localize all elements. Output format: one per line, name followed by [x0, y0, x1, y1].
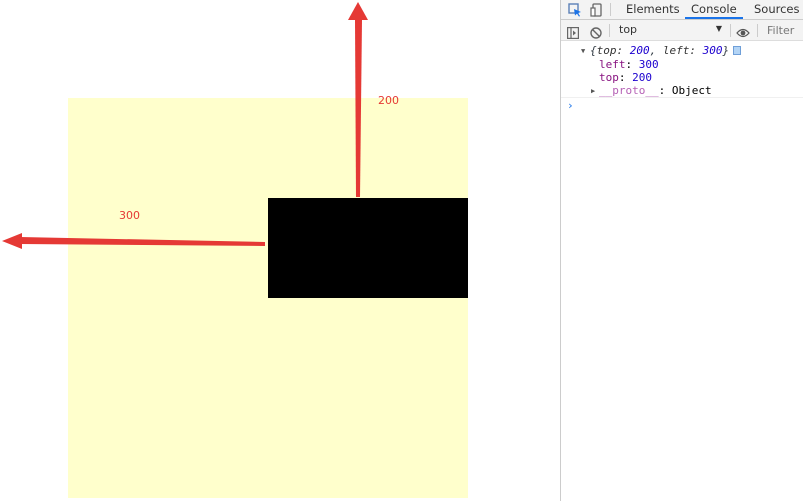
- toolbar-divider: [757, 24, 758, 37]
- top-arrow-head: [348, 2, 368, 20]
- console-prompt[interactable]: ›: [561, 98, 803, 114]
- tab-sources[interactable]: Sources: [748, 0, 803, 19]
- tab-elements[interactable]: Elements: [620, 0, 686, 19]
- summary-left-key: left:: [662, 44, 703, 57]
- filter-input[interactable]: [763, 22, 803, 38]
- tab-console[interactable]: Console: [685, 0, 743, 19]
- summary-top-value: 200: [629, 44, 650, 57]
- context-selector[interactable]: top ▼: [614, 21, 724, 39]
- summary-open-brace: {: [590, 44, 597, 57]
- devtools-tabbar: Elements Console Sources: [561, 0, 803, 20]
- annotation-arrows: [2, 2, 368, 249]
- left-arrow-head: [2, 233, 22, 249]
- property-value: 200: [632, 71, 652, 84]
- left-arrow-shaft: [20, 237, 265, 246]
- summary-close-brace: }: [722, 44, 730, 57]
- tabbar-divider: [610, 3, 611, 16]
- property-colon: :: [625, 58, 639, 71]
- summary-left-value: 300: [702, 44, 723, 57]
- page-viewport: 200 300: [0, 0, 560, 501]
- info-icon[interactable]: [733, 46, 741, 55]
- property-value: 300: [638, 58, 659, 71]
- summary-separator: ,: [649, 44, 663, 57]
- summary-top-key: top:: [596, 44, 630, 57]
- inspect-icon[interactable]: [565, 0, 585, 19]
- object-property: left: 300: [599, 58, 659, 71]
- sidebar-toggle-icon[interactable]: [567, 24, 580, 40]
- collapse-triangle-icon[interactable]: ▶: [591, 87, 595, 95]
- console-output: ▼ {top: 200, left: 300} left: 300 top: 2…: [561, 42, 803, 501]
- proto-value: Object: [671, 84, 712, 97]
- devtools-panel: Elements Console Sources top ▼ Filter ▼ …: [560, 0, 803, 501]
- toolbar-divider: [609, 24, 610, 37]
- console-toolbar: top ▼: [561, 20, 803, 41]
- proto-property[interactable]: __proto__: Object: [599, 84, 712, 97]
- expand-triangle-icon[interactable]: ▼: [581, 47, 585, 55]
- eye-icon[interactable]: [736, 24, 750, 38]
- clear-console-icon[interactable]: [590, 24, 602, 39]
- device-toggle-icon[interactable]: [587, 0, 607, 19]
- console-log-entry: ▼ {top: 200, left: 300} left: 300 top: 2…: [561, 42, 803, 98]
- object-property: top: 200: [599, 71, 652, 84]
- top-arrow-shaft: [355, 20, 362, 197]
- proto-colon: :: [658, 84, 672, 97]
- left-offset-label: 300: [119, 209, 140, 222]
- toolbar-divider: [730, 24, 731, 37]
- proto-name: __proto__: [599, 84, 659, 97]
- context-label: top: [619, 23, 638, 36]
- property-name: left: [599, 58, 626, 71]
- object-summary[interactable]: {top: 200, left: 300}: [590, 44, 729, 57]
- property-colon: :: [618, 71, 633, 84]
- top-offset-label: 200: [378, 94, 399, 107]
- chevron-down-icon: ▼: [715, 24, 722, 33]
- property-name: top: [599, 71, 619, 84]
- prompt-chevron-icon: ›: [567, 99, 574, 112]
